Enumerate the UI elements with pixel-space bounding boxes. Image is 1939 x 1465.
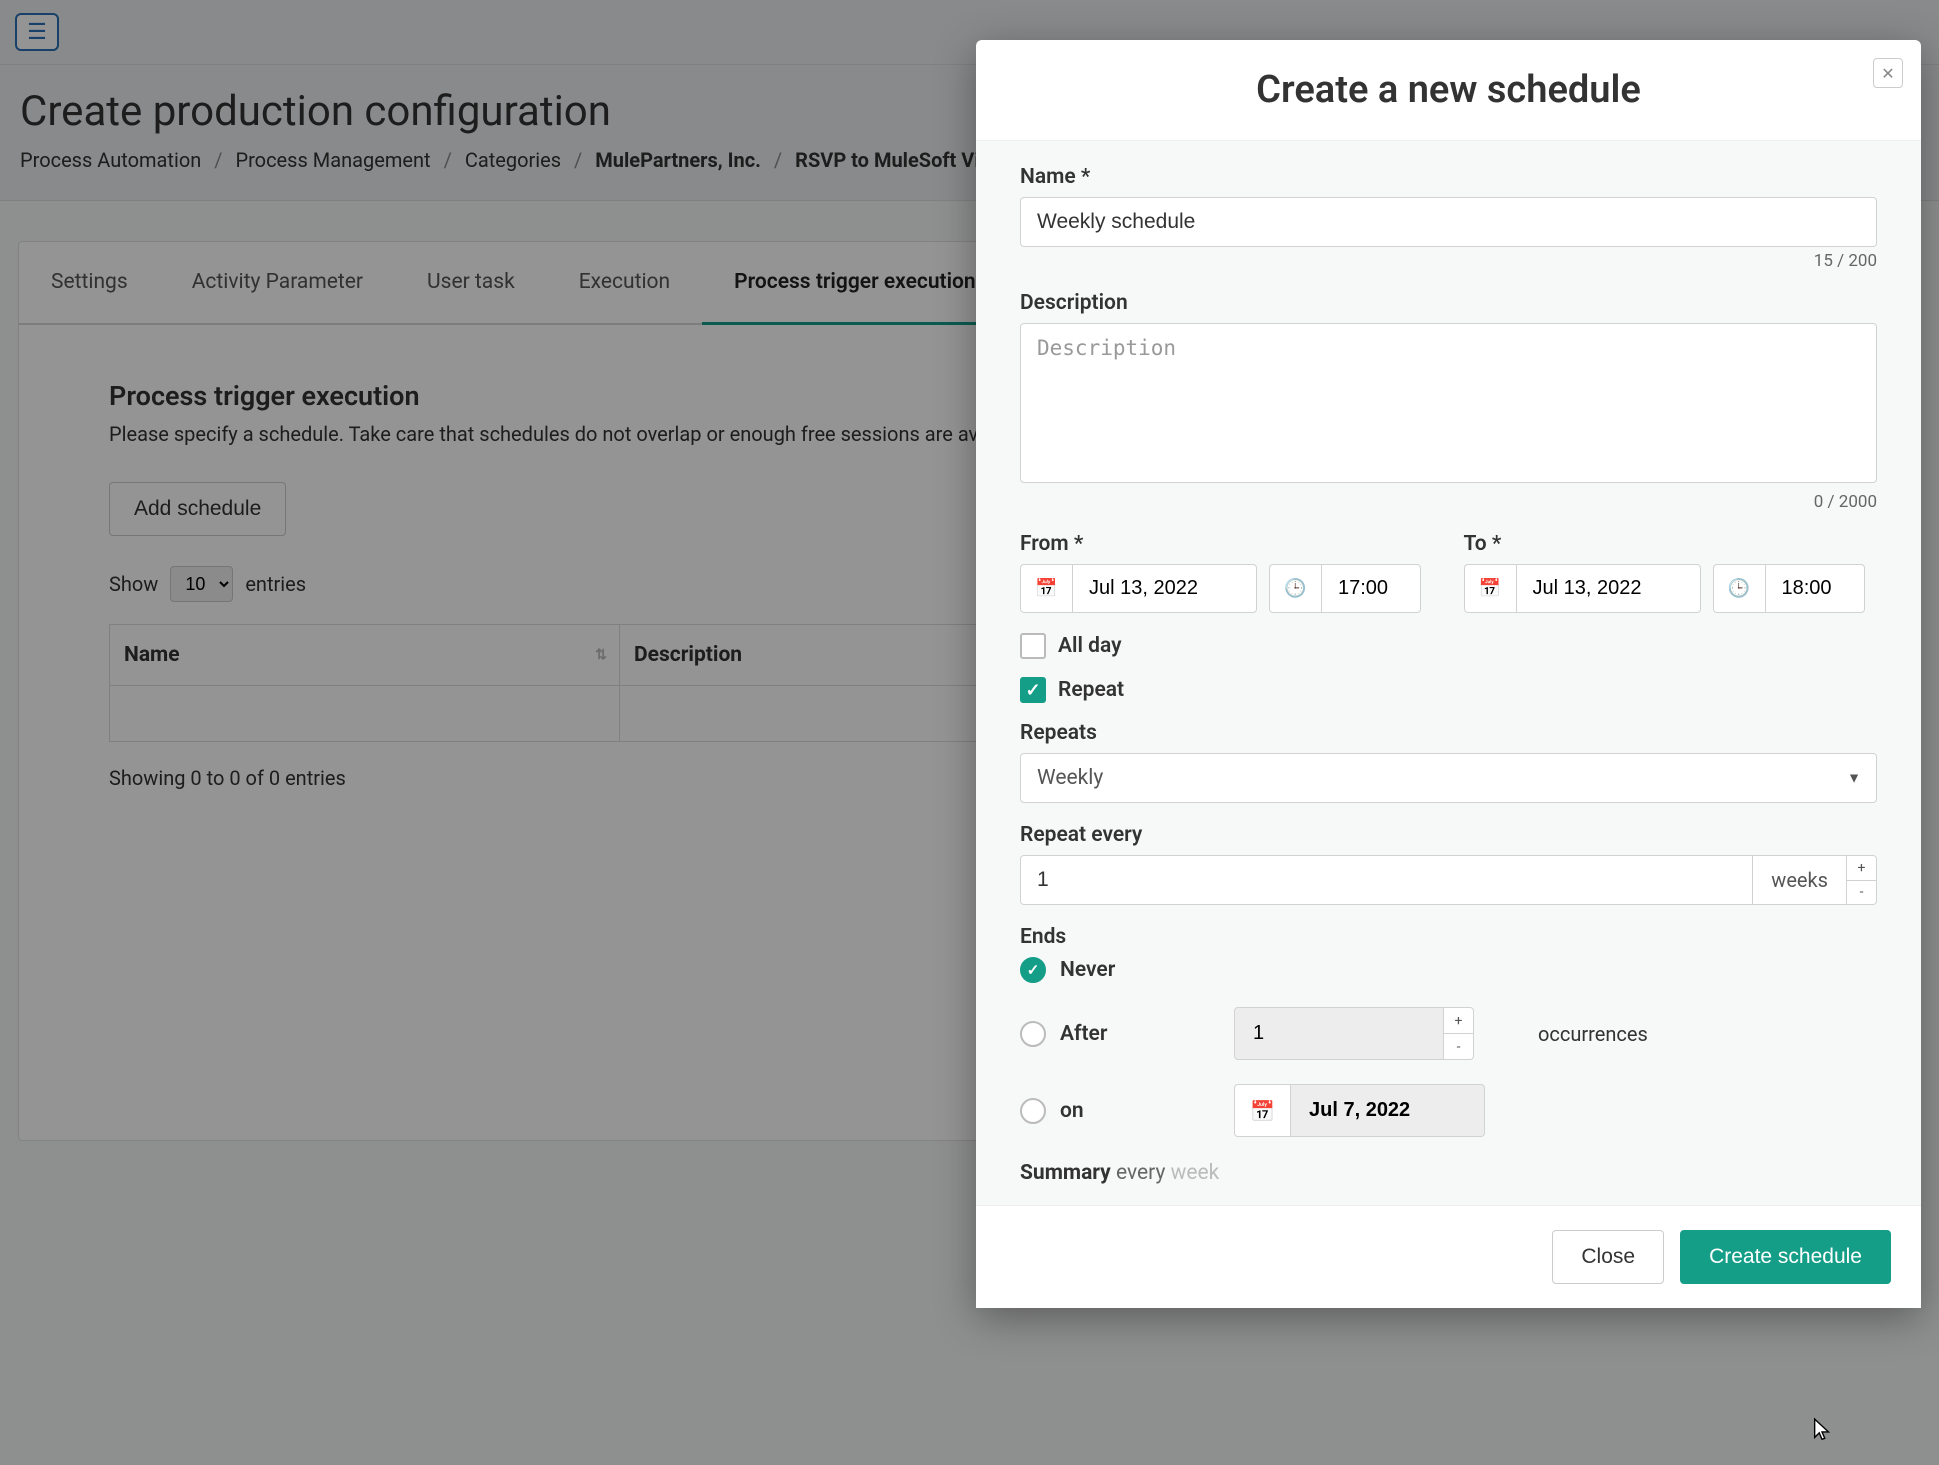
summary-week: week bbox=[1171, 1161, 1220, 1185]
calendar-icon: 📅 bbox=[1234, 1084, 1290, 1137]
from-date-field[interactable]: 📅 bbox=[1020, 564, 1257, 613]
repeat-every-unit: weeks bbox=[1753, 855, 1847, 905]
ends-after-radio[interactable] bbox=[1020, 1021, 1046, 1047]
calendar-icon: 📅 bbox=[1020, 564, 1072, 613]
modal-close-button[interactable]: ✕ bbox=[1873, 58, 1903, 88]
summary-label: Summary bbox=[1020, 1161, 1111, 1185]
clock-icon: 🕒 bbox=[1713, 564, 1765, 613]
repeat-every-increment[interactable]: + bbox=[1847, 856, 1876, 881]
description-counter: 0 / 2000 bbox=[1020, 492, 1877, 512]
ends-never-radio[interactable] bbox=[1020, 957, 1046, 983]
name-counter: 15 / 200 bbox=[1020, 251, 1877, 271]
to-time-input[interactable] bbox=[1765, 564, 1865, 613]
to-label: To * bbox=[1464, 532, 1878, 556]
ends-on-date-input[interactable] bbox=[1290, 1084, 1485, 1137]
ends-after-label: After bbox=[1060, 1022, 1220, 1046]
repeat-every-input[interactable] bbox=[1020, 855, 1753, 905]
to-date-field[interactable]: 📅 bbox=[1464, 564, 1701, 613]
create-schedule-modal: Create a new schedule ✕ Name * 15 / 200 … bbox=[976, 40, 1921, 1308]
from-time-input[interactable] bbox=[1321, 564, 1421, 613]
repeats-value: Weekly bbox=[1020, 753, 1877, 803]
description-label: Description bbox=[1020, 291, 1877, 315]
to-time-field[interactable]: 🕒 bbox=[1713, 564, 1865, 613]
repeat-every-label: Repeat every bbox=[1020, 823, 1877, 847]
after-increment[interactable]: + bbox=[1444, 1008, 1473, 1034]
name-input[interactable] bbox=[1020, 197, 1877, 247]
from-time-field[interactable]: 🕒 bbox=[1269, 564, 1421, 613]
summary: Summary every week bbox=[1020, 1161, 1877, 1185]
create-schedule-button[interactable]: Create schedule bbox=[1680, 1230, 1891, 1284]
to-date-input[interactable] bbox=[1516, 564, 1701, 613]
description-input[interactable] bbox=[1020, 323, 1877, 483]
repeat-label: Repeat bbox=[1058, 678, 1124, 702]
summary-every: every bbox=[1116, 1161, 1165, 1185]
repeats-select[interactable]: Weekly ▼ bbox=[1020, 753, 1877, 803]
after-decrement[interactable]: - bbox=[1444, 1034, 1473, 1059]
ends-never-label: Never bbox=[1060, 958, 1220, 982]
ends-on-radio[interactable] bbox=[1020, 1098, 1046, 1124]
ends-label: Ends bbox=[1020, 925, 1877, 949]
name-label: Name * bbox=[1020, 165, 1877, 189]
from-date-input[interactable] bbox=[1072, 564, 1257, 613]
occurrences-label: occurrences bbox=[1538, 1022, 1648, 1046]
chevron-down-icon: ▼ bbox=[1847, 770, 1861, 787]
close-icon: ✕ bbox=[1881, 64, 1894, 83]
from-label: From * bbox=[1020, 532, 1434, 556]
repeats-label: Repeats bbox=[1020, 721, 1877, 745]
all-day-label: All day bbox=[1058, 634, 1122, 658]
close-button[interactable]: Close bbox=[1552, 1230, 1664, 1284]
repeat-every-decrement[interactable]: - bbox=[1847, 881, 1876, 905]
modal-title: Create a new schedule bbox=[1006, 68, 1891, 112]
ends-on-label: on bbox=[1060, 1099, 1220, 1123]
all-day-checkbox[interactable] bbox=[1020, 633, 1046, 659]
ends-after-count-input[interactable] bbox=[1234, 1007, 1444, 1060]
clock-icon: 🕒 bbox=[1269, 564, 1321, 613]
repeat-checkbox[interactable] bbox=[1020, 677, 1046, 703]
calendar-icon: 📅 bbox=[1464, 564, 1516, 613]
